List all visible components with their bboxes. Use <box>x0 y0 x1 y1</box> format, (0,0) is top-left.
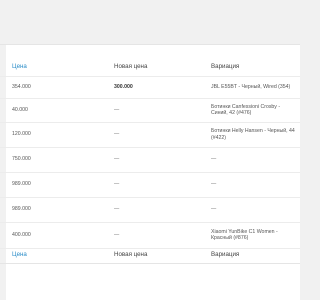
table-row: 989.000 — — <box>0 197 300 223</box>
table-row: 40.000 — Ботинки Canfessioni Crosby - Си… <box>0 98 300 123</box>
variation-cell: JBL E55BT - Черный, Wired (354) <box>211 83 291 90</box>
price-cell: 354.000 <box>12 83 31 90</box>
variation-cell: Ботинки Helly Hansen - Черный, 44 (#422) <box>211 128 295 141</box>
variation-cell: — <box>211 206 217 213</box>
table-row: 989.000 — — <box>0 172 300 198</box>
table-footer-row: Цена Новая цена Вариация <box>0 248 300 264</box>
new-price-cell: — <box>114 131 120 138</box>
table-row: 400.000 — Xiaomi YunBike C1 Women - Крас… <box>0 222 300 249</box>
price-cell: 40.000 <box>12 106 28 113</box>
price-cell: 120.000 <box>12 131 31 138</box>
column-header-variation: Вариация <box>211 63 240 71</box>
table-header-row: Цена Новая цена Вариация <box>0 59 300 77</box>
table-row: 354.000 300.000 JBL E55BT - Черный, Wire… <box>0 76 300 99</box>
variation-cell: Xiaomi YunBike C1 Women - Красный (#876) <box>211 228 278 242</box>
footer-header-variation: Вариация <box>211 251 240 259</box>
price-cell: 989.000 <box>12 206 31 213</box>
column-header-new-price: Новая цена <box>114 63 148 71</box>
table-row: 120.000 — Ботинки Helly Hansen - Черный,… <box>0 122 300 148</box>
table-row: 750.000 — — <box>0 147 300 173</box>
top-band <box>0 0 300 44</box>
new-price-cell: — <box>114 106 120 113</box>
footer-header-price[interactable]: Цена <box>12 248 102 263</box>
price-table-page: Цена Новая цена Вариация 354.000 300.000… <box>0 0 300 300</box>
variation-cell: — <box>211 156 217 163</box>
new-price-cell: — <box>114 206 120 213</box>
variation-cell: — <box>211 181 217 188</box>
new-price-cell: 300.000 <box>114 83 133 90</box>
price-cell: 750.000 <box>12 156 31 163</box>
new-price-cell: — <box>114 231 120 238</box>
price-cell: 400.000 <box>12 231 31 238</box>
footer-header-new-price: Новая цена <box>114 251 148 259</box>
price-variation-table: Цена Новая цена Вариация 354.000 300.000… <box>0 44 300 300</box>
column-header-price[interactable]: Цена <box>12 59 102 76</box>
price-cell: 989.000 <box>12 181 31 188</box>
new-price-cell: — <box>114 181 120 188</box>
new-price-cell: — <box>114 156 120 163</box>
variation-cell: Ботинки Canfessioni Crosby - Синий, 42 (… <box>211 103 281 117</box>
